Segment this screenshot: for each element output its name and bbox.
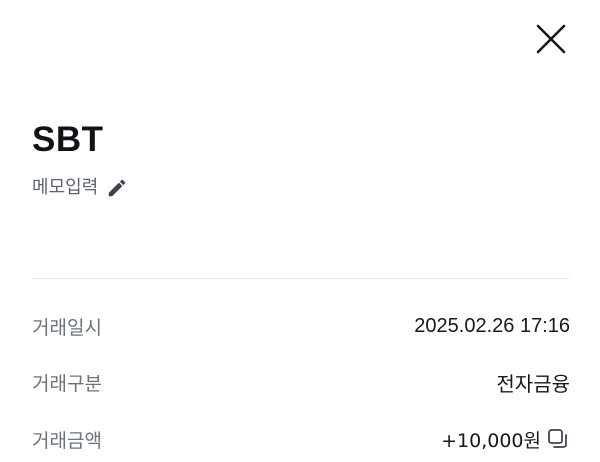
detail-row-type: 거래구분 전자금융 [32, 367, 570, 397]
merchant-name: SBT [32, 120, 104, 159]
detail-label: 거래일시 [32, 316, 102, 339]
detail-row-amount: 거래금액 +10,000원 [32, 424, 570, 454]
detail-label: 거래구분 [32, 372, 102, 395]
detail-label: 거래금액 [32, 429, 102, 452]
detail-value: +10,000원 [441, 429, 541, 452]
memo-input-button[interactable]: 메모입력 [32, 174, 128, 202]
detail-value: 전자금융 [496, 373, 570, 396]
detail-value: 2025.02.26 17:16 [414, 314, 570, 337]
amount-value-group: +10,000원 [441, 426, 570, 453]
close-button[interactable] [534, 22, 568, 56]
pencil-icon [106, 177, 128, 199]
detail-row-datetime: 거래일시 2025.02.26 17:16 [32, 311, 570, 341]
section-divider [32, 278, 570, 279]
copy-icon[interactable] [546, 427, 570, 451]
memo-label: 메모입력 [32, 177, 99, 198]
transaction-detail-sheet: SBT 메모입력 거래일시 2025.02.26 17:16 거래구분 전자금융… [0, 0, 600, 462]
close-icon [536, 24, 566, 54]
